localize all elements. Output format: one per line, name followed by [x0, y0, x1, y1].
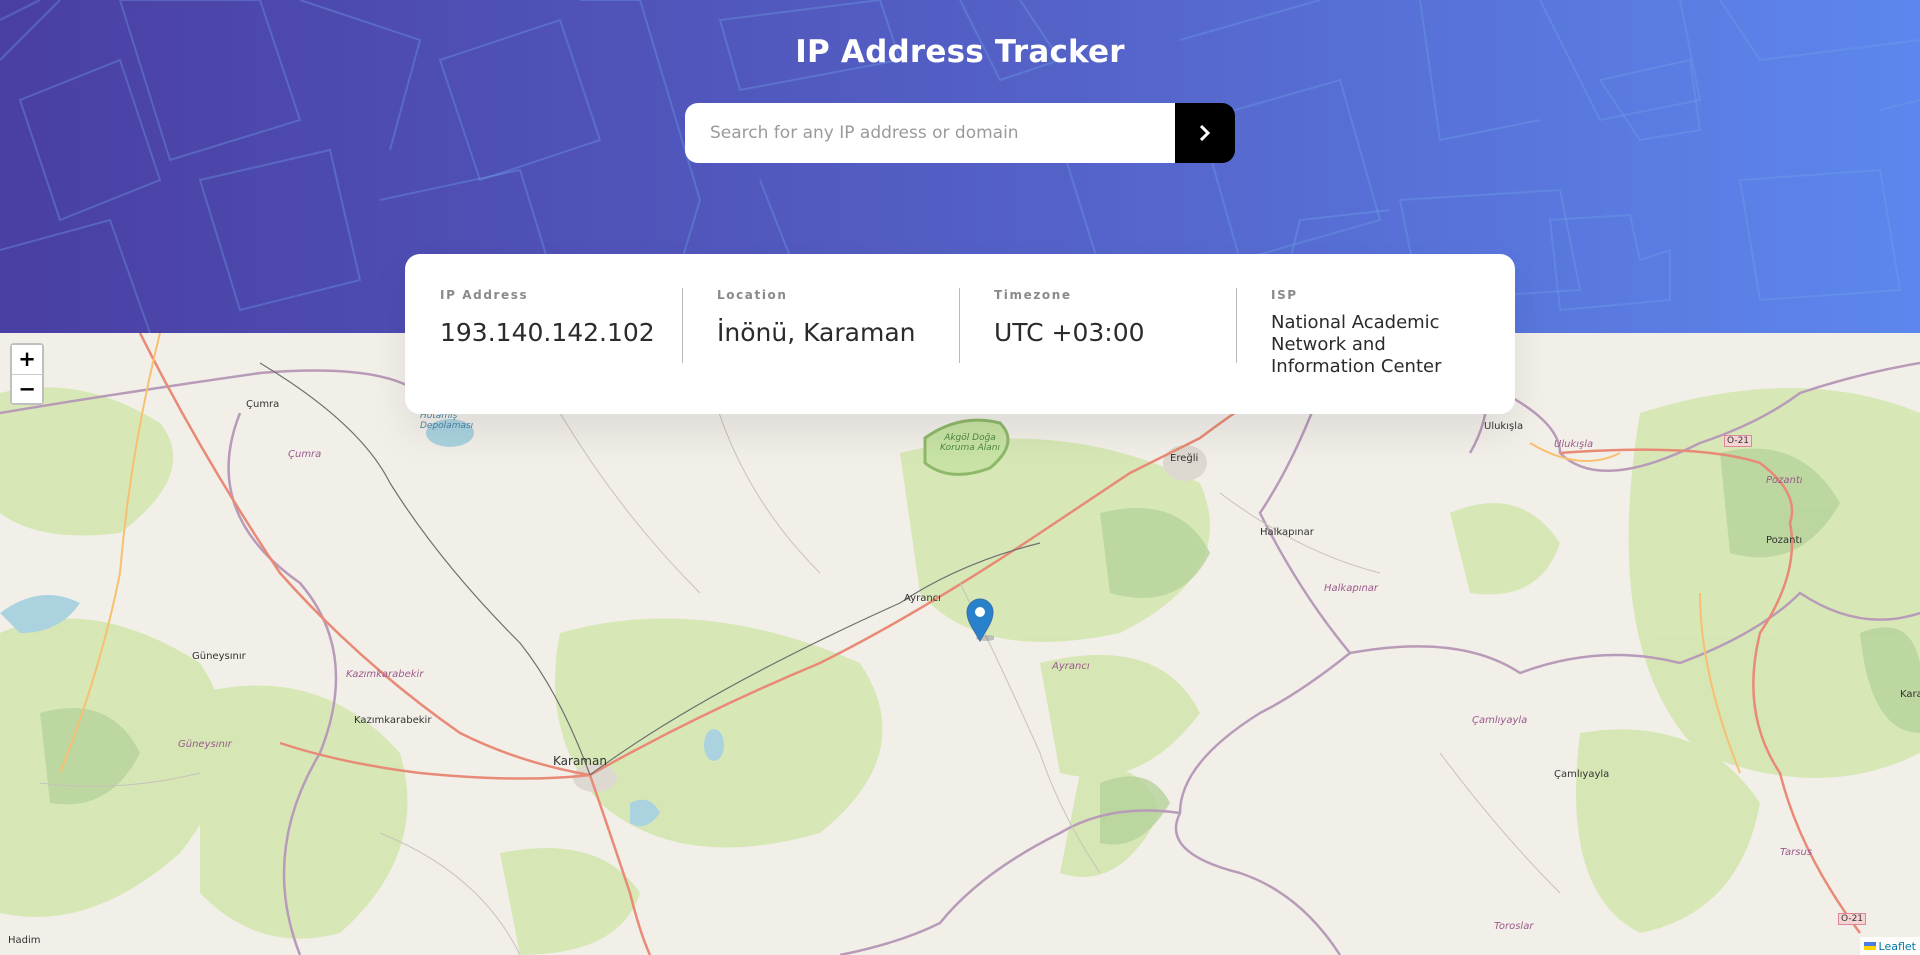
timezone-label: Timezone	[994, 288, 1072, 302]
map-pin-icon	[966, 598, 996, 643]
map-label: Pozantı	[1766, 475, 1803, 486]
map-label: Hadim	[8, 935, 41, 946]
map-label: Çamlıyayla	[1472, 715, 1528, 726]
map-view[interactable]: Çumra Çumra Hotamış Depolaması Akgöl Doğ…	[0, 333, 1920, 955]
zoom-in-button[interactable]: +	[12, 345, 42, 374]
attribution-link[interactable]: Leaflet	[1879, 940, 1916, 953]
map-tiles	[0, 333, 1920, 955]
location-label: Location	[717, 288, 788, 302]
zoom-controls: + −	[10, 343, 44, 405]
location-marker[interactable]	[966, 598, 996, 646]
map-label: Güneysınır	[178, 739, 232, 750]
map-label: Tarsus	[1780, 847, 1813, 858]
isp-section: ISP National Academic Network and Inform…	[1236, 288, 1513, 414]
map-label: Halkapınar	[1260, 527, 1314, 538]
map-label: Ulukışla	[1554, 439, 1594, 450]
map-label: Kara	[1900, 689, 1920, 700]
search-input[interactable]	[685, 103, 1175, 163]
ip-info-card: IP Address 193.140.142.102 Location İnön…	[405, 254, 1515, 414]
map-label: Güneysınır	[192, 651, 246, 662]
search-bar	[685, 103, 1235, 163]
location-value: İnönü, Karaman	[717, 318, 916, 347]
timezone-section: Timezone UTC +03:00	[959, 288, 1236, 414]
page-title: IP Address Tracker	[795, 34, 1125, 70]
map-label: Çumra	[246, 399, 280, 410]
map-label: Halkapınar	[1324, 583, 1379, 594]
search-submit-button[interactable]	[1175, 103, 1235, 163]
map-label: Karaman	[553, 754, 607, 768]
map-label: Ereğli	[1170, 453, 1199, 464]
map-label: Çamlıyayla	[1554, 769, 1610, 780]
timezone-value: UTC +03:00	[994, 318, 1145, 347]
map-label: Hotamış Depolaması	[420, 411, 474, 431]
map-label: Kazımkarabekir	[346, 669, 424, 680]
map-label: Akgöl Doğa Koruma Alanı	[940, 433, 1001, 453]
map-label: Ayrancı	[1052, 661, 1090, 672]
ip-address-value: 193.140.142.102	[440, 318, 655, 347]
ip-address-section: IP Address 193.140.142.102	[405, 288, 682, 414]
ip-address-label: IP Address	[440, 288, 529, 302]
map-attribution[interactable]: Leaflet	[1859, 937, 1920, 955]
map-label: Pozantı	[1766, 535, 1803, 546]
map-label: Çumra	[288, 449, 322, 460]
map-label: Ayrancı	[904, 593, 941, 604]
ukraine-flag-icon	[1863, 942, 1876, 950]
chevron-right-icon	[1199, 125, 1211, 141]
zoom-out-button[interactable]: −	[12, 374, 42, 403]
map-label: O-21	[1838, 913, 1867, 925]
isp-label: ISP	[1271, 288, 1298, 302]
map-label: Kazımkarabekir	[354, 715, 432, 726]
map-label: Ulukışla	[1484, 421, 1524, 432]
map-label: O-21	[1724, 435, 1753, 447]
location-section: Location İnönü, Karaman	[682, 288, 959, 414]
isp-value: National Academic Network and Informatio…	[1271, 312, 1442, 377]
map-label: Toroslar	[1494, 921, 1534, 932]
